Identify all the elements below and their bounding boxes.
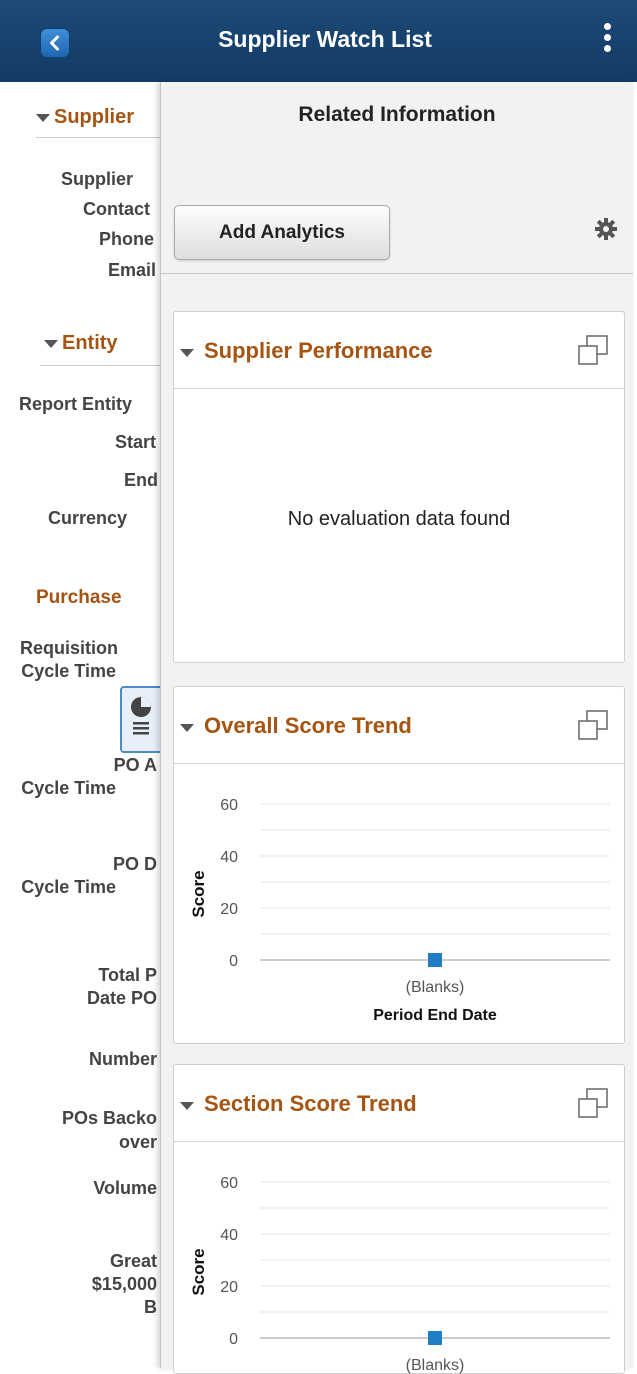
metric-label: Date PO (86, 988, 157, 1008)
y-axis-label: Score (189, 870, 208, 917)
maximize-icon[interactable] (577, 709, 609, 741)
maximize-icon[interactable] (577, 334, 609, 366)
collapse-icon (44, 339, 58, 348)
pie-chart-list-icon (131, 697, 151, 735)
metric-label: Cycle Time (21, 778, 116, 798)
y-tick-label: 60 (220, 797, 238, 814)
pagelet-header[interactable]: Section Score Trend (174, 1065, 624, 1142)
field-label: Currency (47, 508, 127, 528)
metric-label: Requisition (20, 638, 118, 658)
collapse-icon (180, 349, 194, 357)
overall-score-trend-chart: 60 40 20 0 Score (Blanks) Period End Date (189, 797, 610, 1024)
collapse-icon (36, 113, 50, 122)
metric-label: PO D (112, 854, 157, 874)
x-tick-label: (Blanks) (406, 979, 465, 996)
metric-label: Cycle Time (21, 877, 116, 897)
section-supplier-header[interactable]: Supplier (36, 106, 134, 129)
field-label: Start (114, 432, 156, 452)
x-tick-label: (Blanks) (406, 1357, 465, 1374)
divider (40, 365, 160, 366)
panel-title: Related Information (298, 103, 496, 126)
section-score-trend-chart: 60 40 20 0 Score (Blanks) (189, 1175, 610, 1374)
pagelet-header[interactable]: Overall Score Trend (174, 687, 624, 764)
metric-label: $15,000 (91, 1274, 157, 1294)
y-tick-label: 60 (220, 1175, 238, 1192)
data-point[interactable] (428, 1331, 442, 1345)
y-tick-label: 20 (220, 901, 238, 918)
field-label: End (124, 470, 158, 490)
x-axis-label: Period End Date (373, 1007, 497, 1024)
data-point[interactable] (428, 953, 442, 967)
related-info-toggle-button[interactable] (120, 686, 162, 753)
page-title: Supplier Watch List (218, 26, 432, 52)
metric-label: PO A (113, 755, 157, 775)
section-supplier-title: Supplier (54, 106, 135, 128)
y-axis-label: Score (189, 1248, 208, 1295)
collapse-icon (180, 724, 194, 732)
divider (161, 273, 633, 274)
related-information-panel: Related Information Add Analytics Suppli… (160, 82, 633, 1374)
metric-label: B (144, 1297, 157, 1317)
app-header: Supplier Watch List (0, 0, 637, 82)
more-actions-icon[interactable] (598, 20, 616, 62)
add-analytics-button[interactable]: Add Analytics (174, 205, 390, 260)
metric-label: POs Backo (61, 1108, 157, 1128)
section-purchase-header[interactable]: Purchase (36, 587, 122, 609)
field-label: Phone (98, 229, 154, 249)
section-entity-header[interactable]: Entity (44, 332, 118, 355)
y-tick-label: 0 (229, 953, 238, 970)
metric-label: Number (88, 1049, 157, 1069)
field-label: Email (107, 260, 156, 280)
divider (36, 137, 160, 138)
metric-label: Cycle Time (21, 661, 116, 681)
overall-score-trend-pagelet: Overall Score Trend 60 40 20 0 Score (Blanks)… (173, 686, 625, 1044)
maximize-icon[interactable] (577, 1087, 609, 1119)
y-tick-label: 40 (220, 849, 238, 866)
empty-state-message: No evaluation data found (287, 508, 511, 530)
y-tick-label: 20 (220, 1279, 238, 1296)
collapse-icon (180, 1102, 194, 1110)
section-score-trend-pagelet: Section Score Trend 60 40 20 0 Score (Blanks) (173, 1064, 625, 1374)
field-label: Contact (83, 199, 150, 219)
supplier-performance-pagelet: Supplier Performance No evaluation data … (173, 311, 625, 663)
metric-label: over (118, 1132, 157, 1152)
metric-label: Great (109, 1251, 157, 1271)
pagelet-title: Overall Score Trend (204, 713, 412, 738)
metric-label: Volume (93, 1178, 157, 1198)
pagelet-header[interactable]: Supplier Performance (174, 312, 624, 389)
metric-label: Total P (98, 965, 157, 985)
y-tick-label: 40 (220, 1227, 238, 1244)
field-label: Supplier (60, 169, 133, 189)
pagelet-title: Supplier Performance (204, 338, 433, 363)
field-label: Report Entity (18, 394, 132, 414)
y-tick-label: 0 (229, 1331, 238, 1348)
gear-icon[interactable] (594, 217, 618, 241)
section-entity-title: Entity (62, 332, 118, 354)
pagelet-title: Section Score Trend (204, 1091, 417, 1116)
